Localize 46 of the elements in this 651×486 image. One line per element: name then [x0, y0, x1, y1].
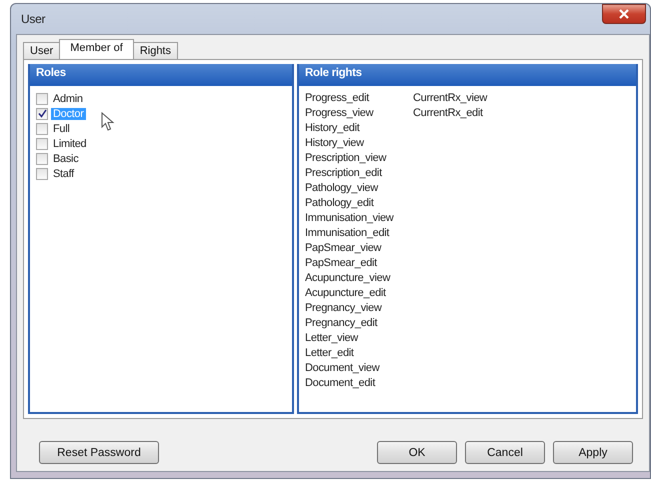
- right-item: PapSmear_edit: [305, 256, 378, 271]
- right-item: Pregnancy_view: [305, 301, 383, 316]
- right-item: Pathology_edit: [305, 196, 375, 211]
- right-item: History_edit: [305, 121, 361, 136]
- right-item: Acupuncture_edit: [305, 286, 387, 301]
- right-item: CurrentRx_edit: [413, 106, 484, 121]
- panel-header: Roles: [30, 64, 292, 86]
- checkbox[interactable]: [36, 152, 48, 164]
- right-item: Document_view: [305, 361, 381, 376]
- role-item[interactable]: Staff: [51, 168, 76, 180]
- role-item[interactable]: Limited: [51, 138, 88, 150]
- reset-password-button[interactable]: Reset Password: [39, 441, 159, 464]
- right-item: Progress_view: [305, 106, 374, 121]
- role-item[interactable]: Basic: [51, 152, 80, 164]
- checkbox[interactable]: [36, 122, 48, 134]
- right-item: Pathology_view: [305, 181, 380, 196]
- checkbox[interactable]: [36, 92, 48, 104]
- pointer-icon: [101, 112, 115, 132]
- checkbox[interactable]: [36, 168, 48, 180]
- right-item: Prescription_edit: [305, 166, 384, 181]
- right-item: CurrentRx_view: [413, 91, 488, 106]
- tab[interactable]: User: [23, 42, 60, 59]
- tab[interactable]: Member of: [59, 39, 134, 59]
- right-item: Immunisation_view: [305, 211, 395, 226]
- checkbox[interactable]: [36, 108, 48, 120]
- tab[interactable]: Rights: [132, 42, 178, 59]
- panel-header: Role rights: [299, 64, 636, 86]
- dialog-button[interactable]: Apply: [553, 441, 633, 464]
- close-icon: [618, 9, 630, 19]
- role-item[interactable]: Full: [51, 122, 72, 134]
- right-item: Letter_view: [305, 331, 360, 346]
- window-title: User: [21, 12, 46, 26]
- close-button[interactable]: [602, 4, 646, 24]
- dialog-button[interactable]: Cancel: [465, 441, 545, 464]
- right-item: Document_edit: [305, 376, 376, 391]
- dialog-button[interactable]: OK: [377, 441, 457, 464]
- role-item[interactable]: Admin: [51, 92, 85, 104]
- right-item: Acupuncture_view: [305, 271, 392, 286]
- right-item: Pregnancy_edit: [305, 316, 378, 331]
- right-item: Prescription_view: [305, 151, 388, 166]
- right-item: Letter_edit: [305, 346, 355, 361]
- right-item: Progress_edit: [305, 91, 370, 106]
- right-item: PapSmear_view: [305, 241, 382, 256]
- checkbox[interactable]: [36, 138, 48, 150]
- right-item: Immunisation_edit: [305, 226, 390, 241]
- right-item: History_view: [305, 136, 365, 151]
